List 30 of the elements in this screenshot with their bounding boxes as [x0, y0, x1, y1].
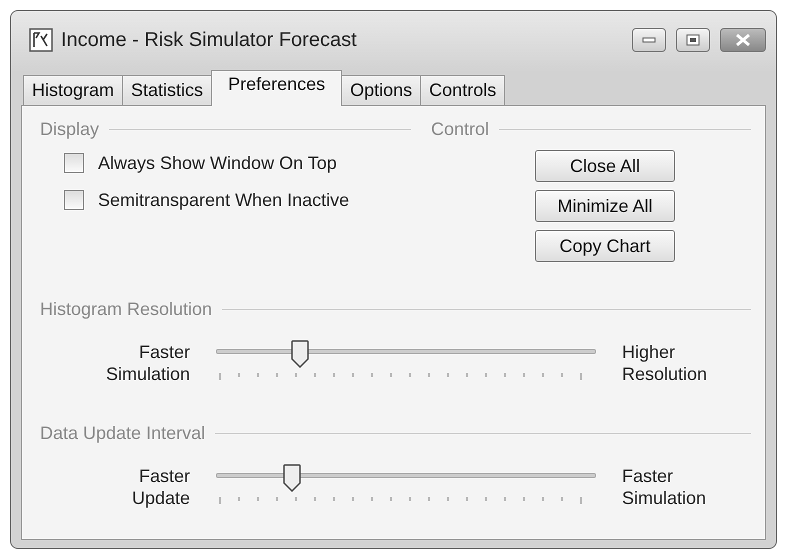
- maximize-button[interactable]: [676, 28, 710, 52]
- slider-min-label: Faster Simulation: [104, 341, 190, 385]
- maximize-icon: [686, 34, 700, 46]
- slider-min-label: Faster Update: [130, 465, 190, 509]
- control-button[interactable]: Copy Chart: [535, 230, 675, 262]
- section-heading: Control: [431, 118, 490, 140]
- minimize-icon: [642, 37, 656, 43]
- section-heading: Display: [40, 118, 100, 140]
- checkbox-label: Always Show Window On Top: [98, 152, 337, 174]
- tab[interactable]: Controls: [420, 75, 506, 106]
- tab[interactable]: Options: [341, 75, 422, 106]
- checkbox[interactable]: [64, 190, 84, 210]
- tab[interactable]: Statistics: [122, 75, 212, 106]
- section-heading: Data Update Interval: [40, 422, 206, 444]
- checkbox-label: Semitransparent When Inactive: [98, 190, 350, 210]
- slider-thumb[interactable]: [290, 340, 309, 368]
- slider-max-label: Higher Resolution: [622, 341, 708, 385]
- section-heading: Histogram Resolution: [40, 298, 212, 320]
- app-icon: [29, 28, 53, 52]
- control-button[interactable]: Close All: [535, 150, 675, 182]
- slider-max-label: Faster Simulation: [622, 465, 706, 509]
- minimize-button[interactable]: [632, 28, 666, 52]
- close-icon: [734, 33, 752, 47]
- checkbox[interactable]: [64, 153, 84, 173]
- control-button[interactable]: Minimize All: [535, 190, 675, 222]
- window-title: Income - Risk Simulator Forecast: [61, 28, 358, 52]
- tab[interactable]: Histogram: [23, 75, 124, 106]
- slider-thumb[interactable]: [283, 464, 301, 492]
- tab[interactable]: Preferences: [211, 70, 342, 106]
- close-button[interactable]: [720, 28, 766, 52]
